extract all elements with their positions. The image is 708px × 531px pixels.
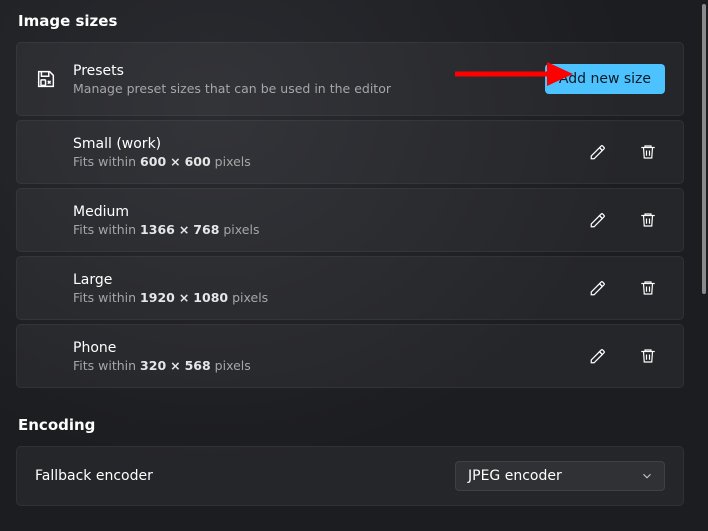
fits-suffix: pixels (232, 290, 268, 305)
fallback-encoder-select[interactable]: JPEG encoder (455, 461, 665, 491)
fits-suffix: pixels (215, 154, 251, 169)
size-separator: × (179, 290, 189, 305)
preset-dimensions: Fits within 1920 × 1080 pixels (73, 290, 581, 305)
preset-name: Medium (73, 204, 581, 220)
fits-suffix: pixels (215, 358, 251, 373)
size-separator: × (170, 154, 180, 169)
fallback-encoder-value: JPEG encoder (468, 468, 562, 484)
edit-button[interactable] (581, 271, 615, 305)
edit-button[interactable] (581, 339, 615, 373)
preset-width: 1366 (140, 222, 175, 237)
preset-row: Small (work) Fits within 600 × 600 pixels (16, 120, 684, 184)
preset-name: Phone (73, 340, 581, 356)
preset-height: 1080 (193, 290, 228, 305)
preset-name: Large (73, 272, 581, 288)
delete-button[interactable] (631, 339, 665, 373)
scrollbar-thumb[interactable] (702, 4, 706, 294)
preset-dimensions: Fits within 600 × 600 pixels (73, 154, 581, 169)
preset-row: Medium Fits within 1366 × 768 pixels (16, 188, 684, 252)
fallback-encoder-row: Fallback encoder JPEG encoder (16, 446, 684, 506)
fits-prefix: Fits within (73, 222, 136, 237)
pencil-icon (589, 347, 607, 365)
size-separator: × (170, 358, 180, 373)
pencil-icon (589, 279, 607, 297)
delete-button[interactable] (631, 271, 665, 305)
preset-height: 568 (185, 358, 211, 373)
fits-prefix: Fits within (73, 290, 136, 305)
fits-suffix: pixels (223, 222, 259, 237)
pencil-icon (589, 143, 607, 161)
preset-row: Large Fits within 1920 × 1080 pixels (16, 256, 684, 320)
section-title-encoding: Encoding (18, 416, 684, 434)
chevron-down-icon (632, 469, 654, 483)
fits-prefix: Fits within (73, 358, 136, 373)
pencil-icon (589, 211, 607, 229)
preset-height: 768 (193, 222, 219, 237)
presets-save-icon (35, 68, 57, 90)
trash-icon (639, 211, 657, 229)
fallback-encoder-label: Fallback encoder (35, 468, 455, 484)
preset-width: 320 (140, 358, 166, 373)
size-separator: × (179, 222, 189, 237)
trash-icon (639, 143, 657, 161)
edit-button[interactable] (581, 203, 615, 237)
fits-prefix: Fits within (73, 154, 136, 169)
edit-button[interactable] (581, 135, 615, 169)
trash-icon (639, 279, 657, 297)
trash-icon (639, 347, 657, 365)
presets-header-card: Presets Manage preset sizes that can be … (16, 42, 684, 116)
delete-button[interactable] (631, 135, 665, 169)
preset-width: 600 (140, 154, 166, 169)
preset-width: 1920 (140, 290, 175, 305)
preset-height: 600 (185, 154, 211, 169)
section-title-image-sizes: Image sizes (18, 12, 684, 30)
delete-button[interactable] (631, 203, 665, 237)
add-new-size-button[interactable]: Add new size (545, 64, 665, 94)
presets-title: Presets (73, 63, 545, 79)
preset-dimensions: Fits within 320 × 568 pixels (73, 358, 581, 373)
preset-row: Phone Fits within 320 × 568 pixels (16, 324, 684, 388)
preset-dimensions: Fits within 1366 × 768 pixels (73, 222, 581, 237)
presets-subtitle: Manage preset sizes that can be used in … (73, 81, 545, 96)
preset-name: Small (work) (73, 136, 581, 152)
